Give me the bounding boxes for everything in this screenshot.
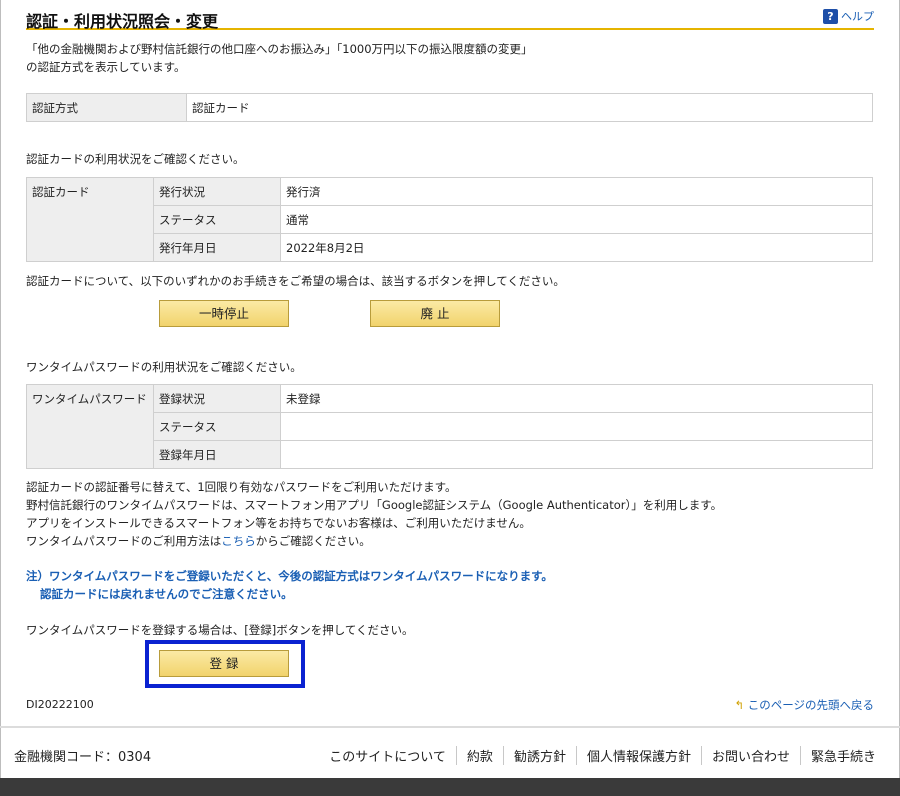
back-to-top-label: このページの先頭へ戻る [747,698,874,712]
card-row-value: 2022年8月2日 [280,233,873,262]
otp-row-label: ステータス [153,412,281,441]
help-link[interactable]: ? ヘルプ [823,8,874,24]
help-label: ヘルプ [841,10,874,23]
register-instruction: ワンタイムパスワードを登録する場合は、[登録]ボタンを押してください。 [26,623,414,637]
otp-row-label: 登録年月日 [153,440,281,469]
usage-link[interactable]: こちら [221,534,256,548]
card-row-value: 発行済 [280,177,873,206]
card-instruction: 認証カードについて、以下のいずれかのお手続きをご希望の場合は、該当するボタンを押… [26,274,565,288]
intro-line-2: の認証方式を表示しています。 [26,60,186,74]
otp-desc-line: アプリをインストールできるスマートフォン等をお持ちでないお客様は、ご利用いただけ… [26,516,531,530]
otp-warning-note: 注）ワンタイムパスワードをご登録いただくと、今後の認証方式はワンタイムパスワード… [26,567,553,603]
otp-desc-line: ワンタイムパスワードのご利用方法はこちらからご確認ください。 [26,532,722,550]
otp-desc-line: 認証カードの認証番号に替えて、1回限り有効なパスワードをご利用いただけます。 [26,480,457,494]
card-row-label: 発行年月日 [153,233,281,262]
card-intro: 認証カードの利用状況をご確認ください。 [26,152,245,166]
register-button[interactable]: 登 録 [159,650,289,677]
title-bar: 認証・利用状況照会・変更 ? ヘルプ [26,6,874,31]
otp-row-label: 登録状況 [153,384,281,413]
arrow-up-icon: ↰ [734,698,745,712]
footer: 金融機関コード：0304 このサイトについて 約款 勧誘方針 個人情報保護方針 … [0,738,900,772]
otp-row-value [280,412,873,441]
page-title: 認証・利用状況照会・変更 [26,12,219,31]
footer-divider [0,726,900,728]
bottom-bar [0,778,900,796]
footer-link-contact[interactable]: お問い合わせ [700,746,800,765]
intro-line-1: 「他の金融機関および野村信託銀行の他口座へのお振込み」「1000万円以下の振込限… [26,42,533,56]
card-row-label: ステータス [153,205,281,234]
otp-desc-pre: ワンタイムパスワードのご利用方法は [26,534,222,548]
otp-desc-post: からご確認ください。 [255,534,371,548]
question-icon: ? [823,8,838,24]
intro-text: 「他の金融機関および野村信託銀行の他口座へのお振込み」「1000万円以下の振込限… [26,40,533,76]
footer-link-terms[interactable]: 約款 [455,746,503,765]
auth-method-table: 認証方式 認証カード [26,93,873,122]
auth-method-label: 認証方式 [26,93,187,122]
footer-link-about[interactable]: このサイトについて [319,746,456,765]
card-status-table: 認証カード 発行状況 発行済 ステータス 通常 発行年月日 2022年8月2日 [26,177,873,262]
warning-line-1: 注）ワンタイムパスワードをご登録いただくと、今後の認証方式はワンタイムパスワード… [26,569,553,583]
screen-id: DI20222100 [26,698,94,711]
back-to-top-link[interactable]: ↰ このページの先頭へ戻る [734,696,874,714]
otp-status-table: ワンタイムパスワード 登録状況 未登録 ステータス 登録年月日 [26,384,873,469]
abolish-button[interactable]: 廃 止 [370,300,500,327]
auth-method-value: 認証カード [186,93,873,122]
otp-intro: ワンタイムパスワードの利用状況をご確認ください。 [26,360,302,374]
bank-code: 金融機関コード：0304 [14,750,152,765]
otp-row-value [280,440,873,469]
card-row-value: 通常 [280,205,873,234]
footer-link-solicitation[interactable]: 勧誘方針 [502,746,576,765]
card-header: 認証カード [26,177,154,262]
otp-desc-line: 野村信託銀行のワンタイムパスワードは、スマートフォン用アプリ「Google認証シ… [26,498,723,512]
suspend-button[interactable]: 一時停止 [159,300,289,327]
footer-link-privacy[interactable]: 個人情報保護方針 [575,746,701,765]
otp-row-value: 未登録 [280,384,873,413]
footer-links: このサイトについて 約款 勧誘方針 個人情報保護方針 お問い合わせ 緊急手続き [319,746,886,765]
card-row-label: 発行状況 [153,177,281,206]
warning-line-2: 認証カードには戻れませんのでご注意ください。 [40,587,293,601]
footer-link-emergency[interactable]: 緊急手続き [799,746,886,765]
otp-description: 認証カードの認証番号に替えて、1回限り有効なパスワードをご利用いただけます。 野… [26,478,722,550]
otp-header: ワンタイムパスワード [26,384,154,469]
